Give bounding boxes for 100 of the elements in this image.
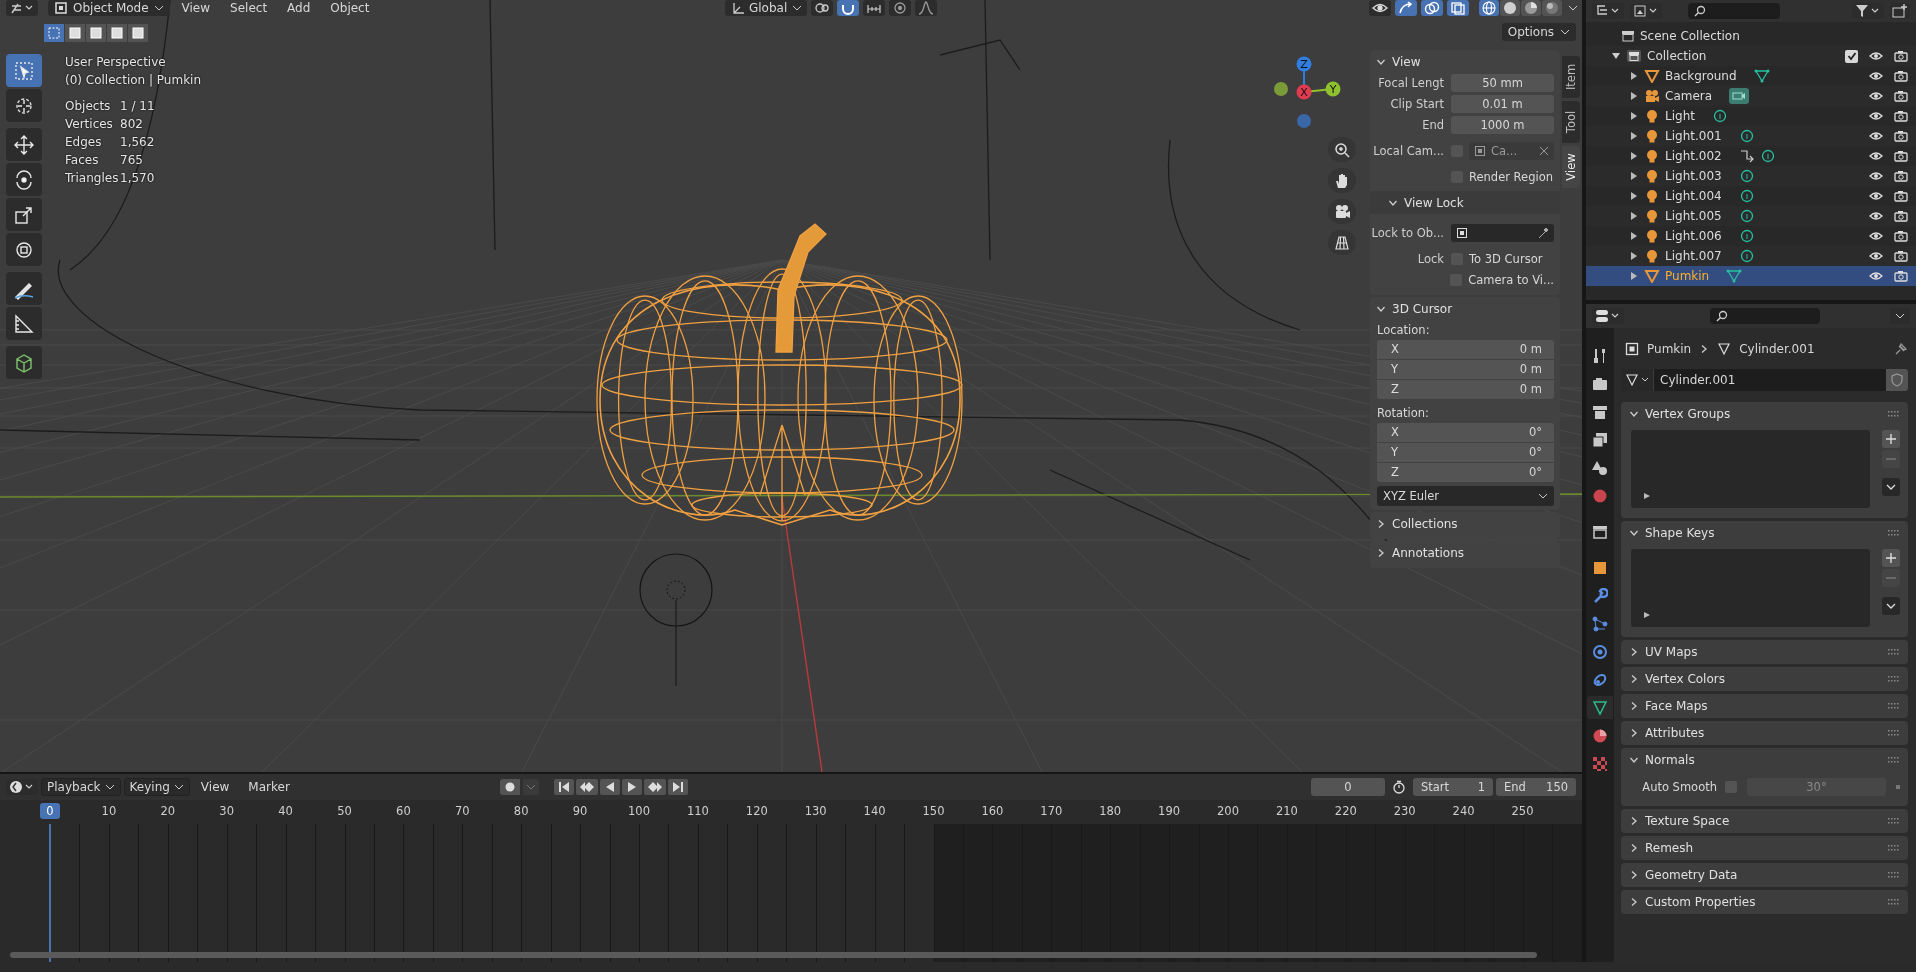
add-button[interactable] [1882,430,1900,448]
number-field[interactable]: 50 mm [1451,74,1554,92]
pivot-icon[interactable] [811,0,834,16]
mesh-data-icon[interactable] [1753,69,1770,83]
eye-icon[interactable] [1369,0,1392,16]
close-icon[interactable] [1539,146,1549,156]
sidebar-tab[interactable]: Item [1562,56,1580,98]
eye-icon[interactable] [1869,70,1883,82]
number-field[interactable]: Z 0 m [1377,380,1554,399]
caret-icon[interactable] [1890,308,1910,324]
stopwatch-icon[interactable] [1392,780,1406,794]
frame-ruler[interactable]: 0 10 20 30 40 50 60 70 80 90 100 110 120 130 140 150 160 170 180 190 200 210 220 230 240 250 [0,800,1582,824]
eye-icon[interactable] [1869,190,1883,202]
number-field[interactable]: X 0° [1377,423,1554,442]
eye-icon[interactable] [1869,50,1883,62]
axis-handle[interactable] [1274,82,1288,96]
drag-handle-icon[interactable] [1888,899,1900,905]
play-icon[interactable] [622,779,643,795]
render-camera-icon[interactable] [1894,170,1908,182]
end-frame-field[interactable]: End 150 [1496,778,1576,796]
panel-header[interactable]: Shape Keys [1621,521,1908,545]
mode-dropdown[interactable]: Object Mode [48,0,170,16]
panel-header[interactable]: Custom Properties [1621,890,1908,914]
panel-header[interactable]: Geometry Data [1621,863,1908,887]
fake-user-button[interactable] [1886,369,1908,391]
menu-dropdown[interactable]: Keying [123,778,190,796]
new-collection-icon[interactable] [1890,3,1910,19]
outliner-row[interactable]: Light [1586,106,1916,126]
jump-end-icon[interactable] [668,779,689,795]
light-data-icon[interactable] [1738,209,1755,223]
panel-header[interactable]: 3D Cursor [1370,297,1560,320]
panel-header[interactable]: Normals [1621,748,1908,772]
outliner-row[interactable]: Light.004 [1586,186,1916,206]
number-field[interactable]: Y 0 m [1377,360,1554,379]
sidebar-tab[interactable]: View [1562,146,1580,188]
axis-handle[interactable]: Z [1296,56,1312,72]
expand-arrow-icon[interactable] [1611,51,1621,61]
scale-icon[interactable] [6,198,42,231]
render-camera-icon[interactable] [1894,150,1908,162]
drag-handle-icon[interactable] [1888,411,1900,417]
ruler-icon[interactable] [6,307,42,340]
breadcrumb-item[interactable]: Pumkin [1647,342,1692,356]
light-data-icon[interactable] [1711,109,1728,123]
eye-icon[interactable] [1869,130,1883,142]
magnet-icon[interactable] [837,0,860,16]
eye-icon[interactable] [1869,230,1883,242]
drag-handle-icon[interactable] [1888,818,1900,824]
search-field[interactable] [1688,3,1780,19]
render-camera-icon[interactable] [1894,190,1908,202]
constraint-icon[interactable] [1738,149,1755,163]
editor-type-icon[interactable] [1592,3,1624,19]
eye-icon[interactable] [1869,210,1883,222]
panel-header[interactable]: Texture Space [1621,809,1908,833]
viewport[interactable] [0,0,1582,772]
start-frame-field[interactable]: Start 1 [1413,778,1493,796]
outliner-item[interactable]: Collection [1647,49,1707,63]
render-camera-icon[interactable] [1894,250,1908,262]
panel-header[interactable]: Vertex Groups [1621,402,1908,426]
eye-icon[interactable] [1869,90,1883,102]
clock-editor-icon[interactable] [6,779,38,795]
menu-item[interactable]: View [192,780,238,794]
panel-header[interactable]: UV Maps [1621,640,1908,664]
light-data-icon[interactable] [1738,129,1755,143]
specials-menu-button[interactable] [1882,597,1900,615]
scrollbar[interactable] [10,952,1537,958]
number-field[interactable]: Y 0° [1377,443,1554,462]
drag-handle-icon[interactable] [1888,530,1900,536]
current-frame-field[interactable]: 0 [1311,778,1385,796]
options-dropdown[interactable]: Options [1501,23,1576,41]
axis-handle[interactable]: Y [1325,81,1341,97]
breadcrumb-item[interactable]: Cylinder.001 [1739,342,1815,356]
render-camera-icon[interactable] [1894,70,1908,82]
proportional-icon[interactable] [889,0,912,16]
render-camera-icon[interactable] [1894,50,1908,62]
overlay-icon[interactable] [1421,0,1444,16]
light-data-icon[interactable] [1759,149,1776,163]
specials-menu-button[interactable] [1882,478,1900,496]
expand-arrow-icon[interactable] [1643,492,1651,500]
panel-header[interactable]: View [1370,50,1560,73]
search-field[interactable] [1710,308,1820,324]
light-data-icon[interactable] [1738,229,1755,243]
panel-header[interactable]: Face Maps [1621,694,1908,718]
expand-arrow-icon[interactable] [1643,611,1651,619]
render-camera-icon[interactable] [1894,130,1908,142]
rotation-mode-dropdown[interactable]: XYZ Euler [1377,486,1554,506]
selection-mode-icon[interactable] [128,24,148,42]
cursor-icon[interactable] [6,89,42,122]
axis-handle[interactable] [1297,114,1311,128]
number-field[interactable]: Z 0° [1377,463,1554,482]
pin-icon[interactable] [1894,342,1908,356]
panel-header[interactable]: Remesh [1621,836,1908,860]
light-data-icon[interactable] [1738,249,1755,263]
pencil-icon[interactable] [6,272,42,305]
light-data-icon[interactable] [1738,169,1755,183]
editor-type-icon[interactable] [6,0,38,16]
transform-icon[interactable] [6,233,42,266]
eyedropper-icon[interactable] [1537,227,1549,239]
add-button[interactable] [1882,549,1900,567]
drag-handle-icon[interactable] [1888,730,1900,736]
data-name-field[interactable]: Cylinder.001 [1654,369,1886,391]
